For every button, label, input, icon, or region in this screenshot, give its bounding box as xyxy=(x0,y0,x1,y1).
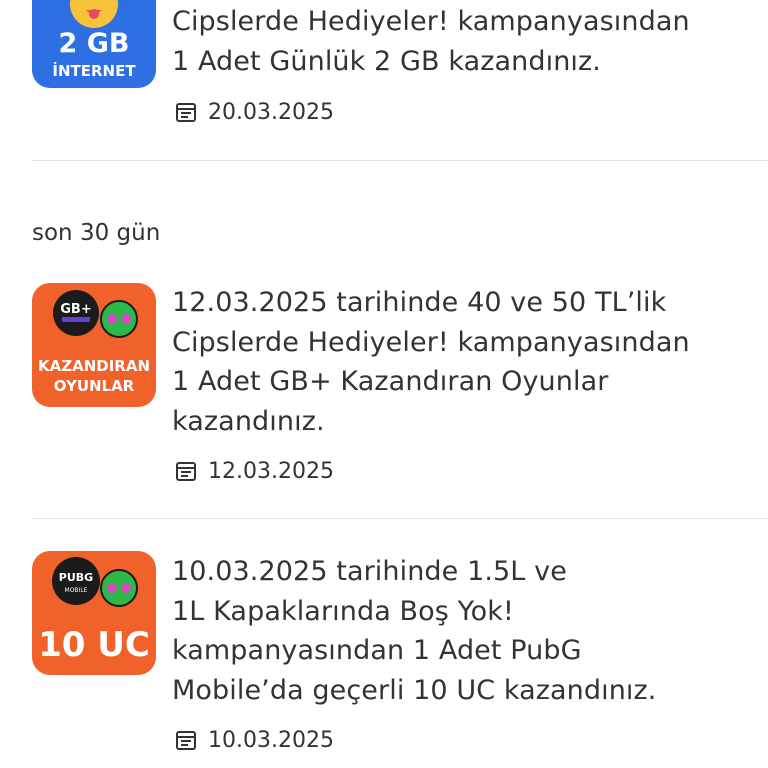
badge-top-text: 2 GB xyxy=(58,28,130,59)
reward-message: Cipslerde Hediyeler! kampanyasından 1 Ad… xyxy=(172,6,690,77)
reward-thumbnail: PUBG MOBILE 10 UC xyxy=(32,551,156,675)
section-label: son 30 gün xyxy=(32,220,161,246)
date-text: 20.03.2025 xyxy=(208,99,334,125)
divider xyxy=(32,518,768,519)
badge-top-text: KAZANDIRAN xyxy=(37,357,151,375)
rewards-list: 2 GB İNTERNET Cipslerde Hediyeler! kampa… xyxy=(0,0,768,768)
badge-bottom-text: OYUNLAR xyxy=(53,377,135,395)
reward-date: 20.03.2025 xyxy=(174,98,334,126)
reward-date: 12.03.2025 xyxy=(174,457,334,485)
reward-thumbnail: 2 GB İNTERNET xyxy=(32,0,156,88)
divider xyxy=(32,160,768,161)
svg-text:PUBG: PUBG xyxy=(59,571,93,584)
reward-message: 12.03.2025 tarihinde 40 ve 50 TL’lik Cip… xyxy=(172,287,690,437)
calendar-icon xyxy=(176,731,196,750)
reward-message: 10.03.2025 tarihinde 1.5L ve 1L Kapaklar… xyxy=(172,556,657,706)
calendar-icon xyxy=(176,462,196,481)
date-text: 12.03.2025 xyxy=(208,458,334,484)
badge-bottom-text: İNTERNET xyxy=(52,62,136,80)
reward-date: 10.03.2025 xyxy=(174,726,334,754)
svg-text:GB+: GB+ xyxy=(60,302,91,317)
reward-thumbnail: GB+ KAZANDIRAN OYUNLAR xyxy=(32,283,156,407)
calendar-icon xyxy=(176,103,196,122)
date-text: 10.03.2025 xyxy=(208,727,334,753)
svg-text:MOBILE: MOBILE xyxy=(65,587,88,594)
badge-top-text: 10 UC xyxy=(38,625,150,665)
